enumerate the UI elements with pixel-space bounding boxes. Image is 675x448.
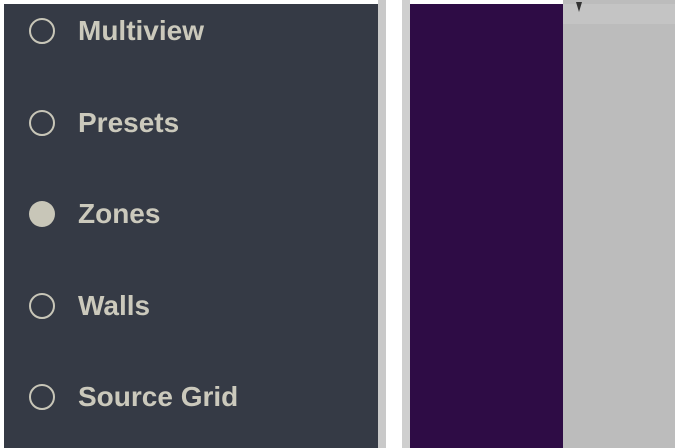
sidebar-item-source-grid[interactable]: Source Grid [4,370,378,430]
sidebar-item-label: Source Grid [78,381,239,412]
divider [386,0,402,448]
sidebar-item-zones[interactable]: Zones [4,187,378,247]
app-window: Multiview Presets Zones Walls Source Gri… [0,0,675,448]
sidebar-item-presets[interactable]: Presets [4,96,378,156]
divider [378,0,386,448]
radio-unselected-icon[interactable] [29,384,55,410]
zone-color-panel[interactable] [410,4,563,448]
divider [402,0,410,448]
sidebar-item-label: Multiview [78,15,205,46]
radio-unselected-icon[interactable] [29,18,55,44]
radio-unselected-icon[interactable] [29,110,55,136]
sidebar-item-label: Presets [78,107,180,138]
sidebar-menu: Multiview Presets Zones Walls Source Gri… [4,4,378,448]
preview-panel[interactable] [563,0,675,448]
sidebar-item-walls[interactable]: Walls [4,279,378,339]
radio-unselected-icon[interactable] [29,293,55,319]
sidebar-item-label: Zones [78,198,161,229]
pointer-icon [576,2,582,12]
sidebar-item-multiview[interactable]: Multiview [4,4,378,64]
sidebar-item-label: Walls [78,290,151,321]
radio-selected-icon[interactable] [29,201,55,227]
